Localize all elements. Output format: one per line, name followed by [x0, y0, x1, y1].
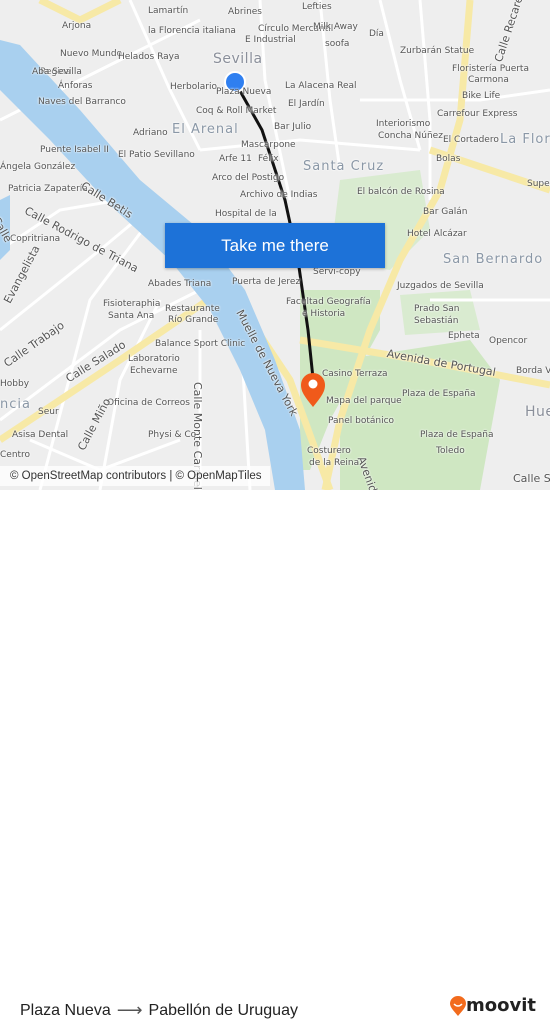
map-label: Borda V: [516, 366, 550, 376]
map-label: Lamartín: [148, 6, 189, 16]
map-label: Panel botánico: [328, 416, 395, 426]
map-label: Bolas: [436, 154, 461, 164]
moovit-pin-icon: [450, 995, 466, 1016]
map-label: Zurbarán Statue: [400, 46, 475, 56]
map-label: Floristería Puerta: [452, 64, 529, 74]
map-label: Interiorismo: [376, 119, 431, 129]
map-label: Hotel Alcázar: [407, 229, 467, 239]
map-label: Plaza Nueva: [216, 87, 272, 97]
map-label: la Florencia italiana: [148, 26, 236, 36]
map-label: El Cortadero: [443, 135, 499, 145]
map-label: Río Grande: [168, 315, 219, 325]
map-label: Patricia Zapatería: [8, 184, 88, 194]
map-label: El balcón de Rosina: [357, 187, 445, 197]
map-label: Abrines: [228, 7, 263, 17]
map-label: Arco del Postigo: [212, 173, 285, 183]
map-label: Calle S: [513, 472, 550, 485]
map-label: ncia: [0, 397, 31, 412]
map-label: Balance Sport Clinic: [155, 339, 246, 349]
map-label: Lefties: [302, 2, 332, 12]
map-label: Carmona: [468, 75, 509, 85]
map-label: Arjona: [62, 21, 92, 31]
map-label: Santa Ana: [108, 311, 155, 321]
map-label: Servi-copy: [313, 267, 361, 277]
map-label: Mapa del parque: [326, 396, 402, 406]
map[interactable]: Lamartín Abrines Lefties la Florencia itali…: [0, 0, 550, 490]
map-label: La Flori: [500, 132, 550, 147]
map-label: Abades Triana: [148, 279, 212, 289]
map-label: Seur: [38, 407, 59, 417]
map-label: de la Reina: [309, 458, 360, 468]
map-label: Herbolario: [170, 82, 217, 92]
arrow-right-icon: ⟶: [116, 1000, 143, 1020]
map-label: El Jardín: [288, 99, 325, 109]
map-label: San Bernardo: [443, 252, 544, 267]
map-label: Adriano: [133, 128, 168, 138]
map-label: Ángela González: [0, 162, 76, 172]
take-me-there-button[interactable]: Take me there: [165, 223, 385, 268]
map-label: Milk Away: [313, 22, 358, 32]
map-label: Fisioteraphia: [103, 299, 161, 309]
map-label: El Patio Sevillano: [118, 150, 195, 160]
map-label: Concha Núñez: [378, 131, 443, 141]
map-label: Physi & Co: [148, 430, 197, 440]
map-label: Félix: [258, 154, 279, 164]
map-label: Mascarpone: [241, 140, 296, 150]
map-label: Prado San: [414, 304, 460, 314]
route-summary: Plaza Nueva ⟶ Pabellón de Uruguay: [20, 1000, 298, 1021]
map-label: Costurero: [307, 446, 351, 456]
map-label: Carrefour Express: [437, 109, 518, 119]
map-label: Hobby: [0, 379, 30, 389]
map-label: Bar Julio: [274, 122, 312, 132]
map-label: Sebastián: [414, 316, 459, 326]
map-label: Oficina de Correos: [107, 398, 190, 408]
map-label: Bike Life: [462, 91, 501, 101]
map-label: Aba Sevilla: [32, 67, 82, 77]
destination-name: Pabellón de Uruguay: [148, 1001, 298, 1019]
map-label: Puente Isabel II: [40, 145, 109, 155]
map-label: Ánforas: [58, 81, 93, 91]
map-attribution: © OpenStreetMap contributors | © OpenMap…: [0, 466, 270, 486]
map-label: e Historia: [302, 309, 346, 319]
map-label: El Arenal: [172, 122, 239, 137]
map-label: Naves del Barranco: [38, 97, 126, 107]
footer: Plaza Nueva ⟶ Pabellón de Uruguay moovit: [0, 490, 550, 1020]
map-label: Día: [369, 29, 384, 39]
origin-name: Plaza Nueva: [20, 1001, 111, 1019]
map-label: Centro: [0, 450, 31, 460]
map-label: Bar Galán: [423, 207, 468, 217]
map-label: La Alacena Real: [285, 81, 357, 91]
moovit-logo: moovit: [450, 995, 536, 1016]
map-label: Sevilla: [213, 51, 263, 67]
map-label: Casino Terraza: [322, 369, 388, 379]
map-label: E Industrial: [245, 35, 296, 45]
map-label: Toledo: [436, 446, 465, 456]
map-label: Echevarne: [130, 366, 178, 376]
map-label: Plaza de España: [402, 389, 476, 399]
map-label: Laboratorio: [128, 354, 180, 364]
map-label: Nuevo Mundo: [60, 49, 123, 59]
map-label: Helados Raya: [118, 52, 180, 62]
map-label: Asisa Dental: [12, 430, 69, 440]
map-label: Facultad Geografía: [286, 297, 371, 307]
map-label: Juzgados de Sevilla: [397, 281, 484, 291]
map-label: Copritriana: [10, 234, 61, 244]
map-label: Hue: [525, 404, 550, 420]
map-label: Restaurante: [165, 304, 220, 314]
map-label: Arfe 11: [219, 154, 252, 164]
map-label: Hospital de la: [215, 209, 277, 219]
map-label: Santa Cruz: [303, 159, 385, 174]
map-label: Opencor: [489, 336, 528, 346]
map-label: Plaza de España: [420, 430, 494, 440]
brand-name: moovit: [466, 995, 536, 1016]
map-label: Coq & Roll Market: [196, 106, 277, 116]
map-label: soofa: [325, 39, 350, 49]
map-label: Supe: [527, 179, 550, 189]
map-label: Archivo de Indias: [240, 190, 318, 200]
map-label: Epheta: [448, 331, 480, 341]
map-label: Puerta de Jerez: [232, 277, 301, 287]
